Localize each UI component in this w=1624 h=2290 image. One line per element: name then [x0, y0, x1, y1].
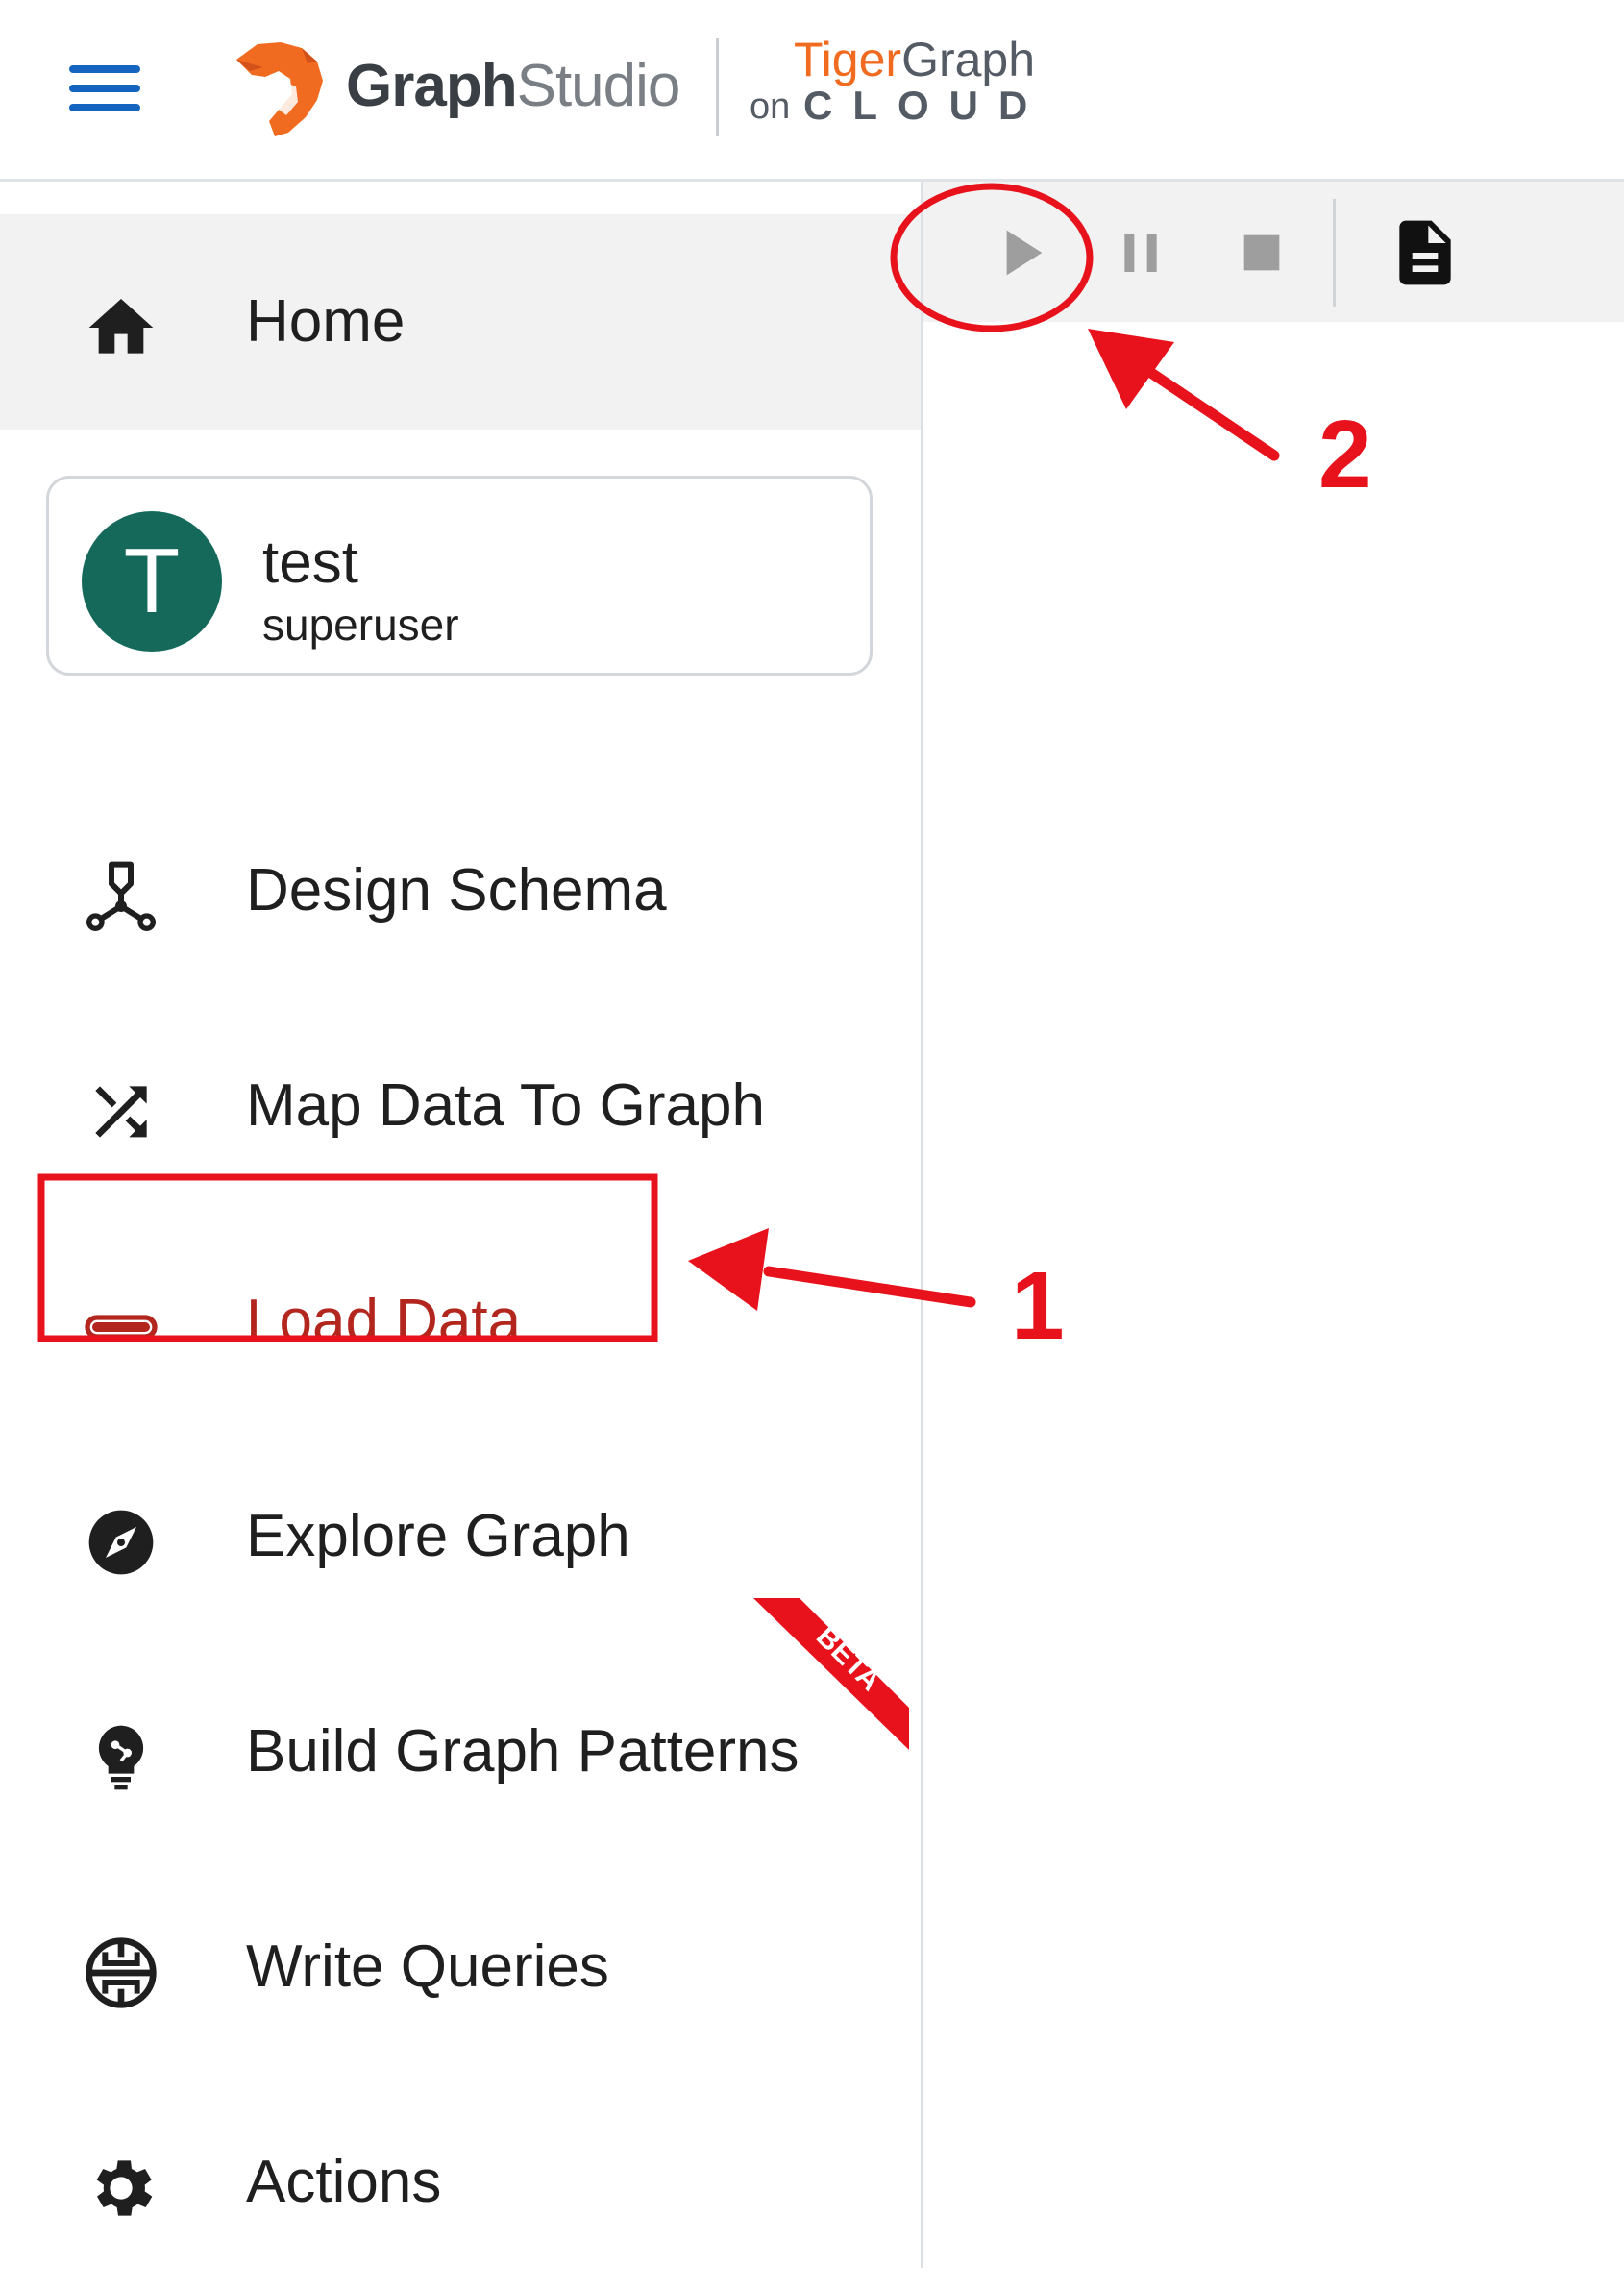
- sidebar-item-label: Write Queries: [246, 1933, 609, 2000]
- sidebar-item-map-data[interactable]: Map Data To Graph: [0, 998, 921, 1214]
- stop-icon[interactable]: [1223, 214, 1300, 291]
- sidebar-item-label: Explore Graph: [246, 1503, 630, 1569]
- sidebar-item-label: Home: [246, 288, 406, 355]
- progress-bar-icon: [85, 1315, 158, 1340]
- sidebar-item-label: Design Schema: [246, 857, 667, 923]
- tiger-logo: [236, 42, 323, 136]
- gear-icon: [96, 2160, 153, 2216]
- sidebar-item-label: Map Data To Graph: [246, 1072, 765, 1139]
- lightbulb-icon: [98, 1725, 144, 1790]
- annotation-arrowhead-2: [1088, 329, 1174, 409]
- partner-on-text: on: [750, 86, 791, 127]
- sidebar: Home T test superuser Design Schema Map …: [0, 182, 923, 2268]
- user-name: test: [262, 529, 358, 596]
- home-icon: [88, 299, 154, 354]
- document-icon[interactable]: [1387, 214, 1464, 291]
- toolbar-divider: [1333, 199, 1336, 307]
- sidebar-item-design-schema[interactable]: Design Schema: [0, 783, 921, 998]
- hamburger-menu-icon[interactable]: [69, 62, 142, 115]
- play-icon[interactable]: [981, 214, 1058, 291]
- shuffle-icon: [95, 1086, 147, 1138]
- gsql-icon: [86, 1937, 157, 2008]
- schema-icon: [86, 861, 157, 931]
- step-number-2: 2: [1318, 401, 1372, 508]
- top-header: GraphStudio TigerGraph on CLOUD: [0, 0, 1624, 182]
- partner-cloud-text: CLOUD: [803, 83, 1048, 128]
- user-role: superuser: [262, 600, 459, 650]
- sidebar-item-home[interactable]: Home: [0, 214, 921, 430]
- step-number-1: 1: [1011, 1252, 1065, 1360]
- sidebar-item-label: Actions: [246, 2149, 442, 2215]
- user-card[interactable]: T test superuser: [46, 476, 873, 676]
- sidebar-item-write-queries[interactable]: Write Queries: [0, 1859, 921, 2075]
- header-divider: [716, 38, 719, 136]
- annotation-arrow-2: [1143, 365, 1280, 461]
- graphstudio-wordmark: GraphStudio: [346, 53, 680, 119]
- beta-badge: BETA: [753, 1598, 909, 1750]
- compass-icon: [88, 1510, 154, 1575]
- sidebar-item-load-data[interactable]: Load Data: [0, 1214, 921, 1429]
- sidebar-item-actions[interactable]: Actions: [0, 2075, 921, 2290]
- avatar: T: [82, 511, 222, 652]
- pause-icon[interactable]: [1102, 214, 1179, 291]
- sidebar-item-label: Load Data: [246, 1288, 522, 1354]
- sidebar-item-label: Build Graph Patterns: [246, 1718, 800, 1785]
- loading-toolbar: [923, 182, 1624, 322]
